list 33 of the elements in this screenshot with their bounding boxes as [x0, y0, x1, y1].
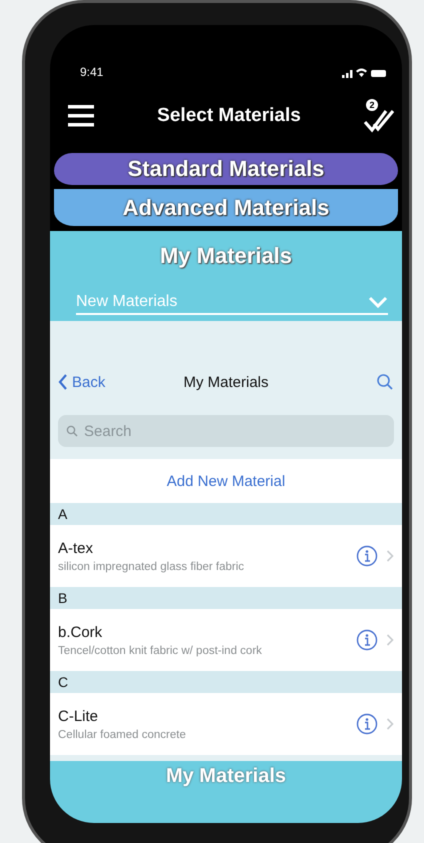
info-icon[interactable] [356, 713, 378, 735]
search-field[interactable]: Search [58, 415, 394, 447]
chevron-down-icon [368, 296, 388, 308]
footer-tab-label: My Materials [164, 765, 288, 788]
chevron-right-icon [386, 633, 394, 647]
count-badge: 2 [366, 99, 378, 111]
double-check-icon[interactable] [364, 109, 394, 133]
sheet-title: My Materials [182, 374, 270, 390]
chevron-right-icon [386, 717, 394, 731]
info-icon[interactable] [356, 629, 378, 651]
material-description: Cellular foamed concrete [58, 728, 187, 740]
chevron-right-icon [386, 549, 394, 563]
chevron-left-icon [58, 373, 68, 391]
status-icons [342, 67, 386, 79]
material-name: A-tex [58, 540, 94, 556]
material-row[interactable]: C-Lite Cellular foamed concrete [50, 693, 402, 755]
material-name: b.Cork [58, 624, 104, 640]
status-time: 9:41 [80, 65, 104, 79]
section-header: C [50, 671, 402, 693]
search-icon[interactable] [376, 373, 394, 391]
back-button[interactable]: Back [58, 373, 106, 391]
section-header: B [50, 587, 402, 609]
material-description: silicon impregnated glass fiber fabric [58, 560, 246, 572]
material-row[interactable]: A-tex silicon impregnated glass fiber fabric [50, 525, 402, 587]
material-row[interactable]: b.Cork Tencel/cotton knit fabric w/ post-ind cork [50, 609, 402, 671]
material-description: Tencel/cotton knit fabric w/ post-ind cork [58, 644, 263, 656]
add-material-button[interactable]: Add New Material [50, 459, 402, 503]
section-header: A [50, 503, 402, 525]
info-icon[interactable] [356, 545, 378, 567]
menu-icon[interactable] [68, 104, 94, 128]
screen-title: Select Materials [157, 105, 301, 127]
material-name: C-Lite [58, 708, 100, 724]
search-icon [66, 425, 78, 437]
